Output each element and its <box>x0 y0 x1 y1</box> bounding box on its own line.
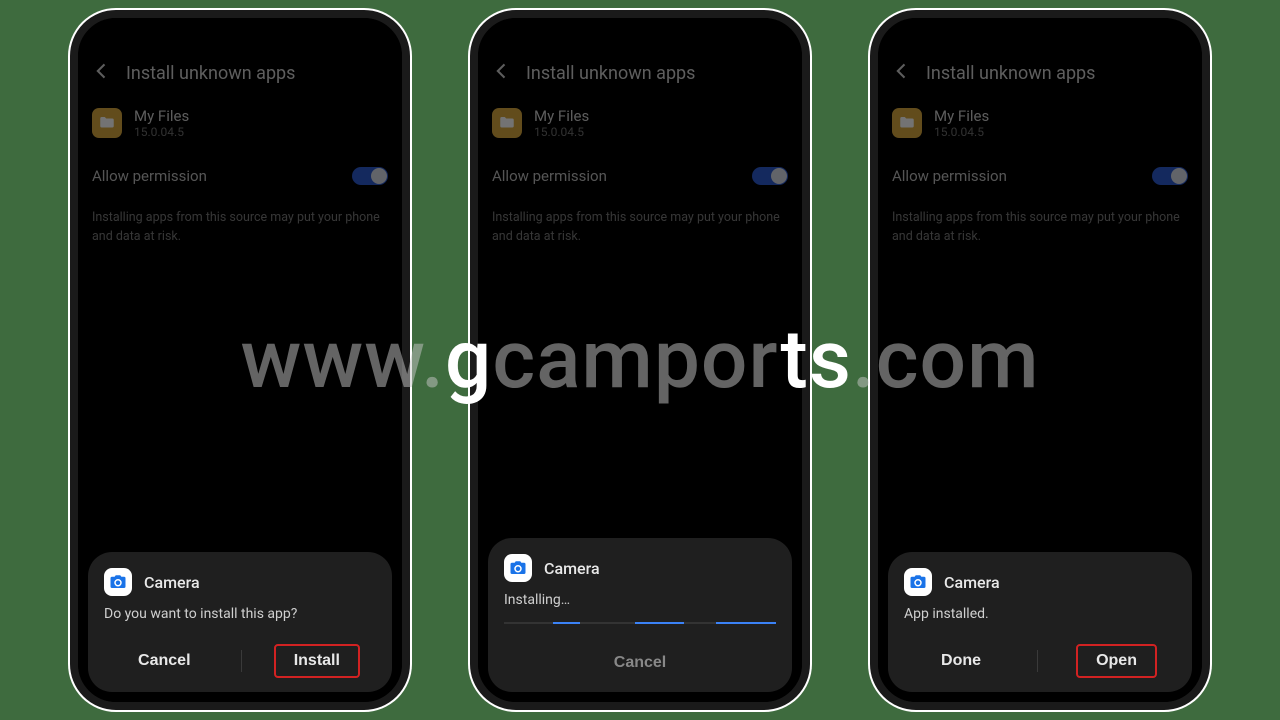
source-app-row: My Files 15.0.04.5 <box>478 101 802 153</box>
done-button[interactable]: Done <box>923 646 999 676</box>
settings-header: Install unknown apps <box>478 53 802 101</box>
sheet-message: App installed. <box>904 606 1176 622</box>
settings-header: Install unknown apps <box>78 53 402 101</box>
camera-icon <box>904 568 932 596</box>
install-progress-bar <box>504 622 776 624</box>
settings-header: Install unknown apps <box>878 53 1202 101</box>
permission-toggle[interactable] <box>752 167 788 185</box>
sheet-app-name: Camera <box>944 573 1000 592</box>
camera-icon <box>104 568 132 596</box>
source-app-row: My Files 15.0.04.5 <box>78 101 402 153</box>
folder-icon <box>92 108 122 138</box>
phone-notch <box>180 24 300 48</box>
header-title: Install unknown apps <box>526 63 695 84</box>
header-title: Install unknown apps <box>126 63 295 84</box>
folder-icon <box>892 108 922 138</box>
phone-mock-1: Install unknown apps My Files 15.0.04.5 … <box>70 10 410 710</box>
source-app-name: My Files <box>534 107 589 125</box>
phone-mock-3: Install unknown apps My Files 15.0.04.5 … <box>870 10 1210 710</box>
source-app-version: 15.0.04.5 <box>534 125 589 139</box>
phone-notch <box>580 24 700 48</box>
sheet-app-name: Camera <box>144 573 200 592</box>
sheet-message: Installing… <box>504 592 776 608</box>
header-title: Install unknown apps <box>926 63 1095 84</box>
permission-toggle[interactable] <box>352 167 388 185</box>
back-icon[interactable] <box>92 61 112 85</box>
back-icon[interactable] <box>492 61 512 85</box>
open-button[interactable]: Open <box>1076 644 1157 678</box>
source-app-row: My Files 15.0.04.5 <box>878 101 1202 153</box>
permission-row[interactable]: Allow permission <box>878 153 1202 199</box>
source-app-version: 15.0.04.5 <box>134 125 189 139</box>
permission-row[interactable]: Allow permission <box>478 153 802 199</box>
source-app-name: My Files <box>134 107 189 125</box>
button-divider <box>241 650 242 672</box>
permission-label: Allow permission <box>492 167 607 185</box>
sheet-app-name: Camera <box>544 559 600 578</box>
camera-icon <box>504 554 532 582</box>
source-app-version: 15.0.04.5 <box>934 125 989 139</box>
permission-label: Allow permission <box>92 167 207 185</box>
permission-toggle[interactable] <box>1152 167 1188 185</box>
button-divider <box>1037 650 1038 672</box>
install-button[interactable]: Install <box>274 644 360 678</box>
install-sheet: Camera App installed. Done Open <box>888 552 1192 692</box>
permission-row[interactable]: Allow permission <box>78 153 402 199</box>
back-icon[interactable] <box>892 61 912 85</box>
cancel-button[interactable]: Cancel <box>596 648 684 678</box>
permission-description: Installing apps from this source may put… <box>878 199 1202 257</box>
cancel-button[interactable]: Cancel <box>120 646 208 676</box>
permission-description: Installing apps from this source may put… <box>78 199 402 257</box>
install-sheet: Camera Installing… Cancel <box>488 538 792 692</box>
sheet-message: Do you want to install this app? <box>104 606 376 622</box>
permission-label: Allow permission <box>892 167 1007 185</box>
permission-description: Installing apps from this source may put… <box>478 199 802 257</box>
phone-notch <box>980 24 1100 48</box>
phone-mock-2: Install unknown apps My Files 15.0.04.5 … <box>470 10 810 710</box>
install-sheet: Camera Do you want to install this app? … <box>88 552 392 692</box>
source-app-name: My Files <box>934 107 989 125</box>
folder-icon <box>492 108 522 138</box>
